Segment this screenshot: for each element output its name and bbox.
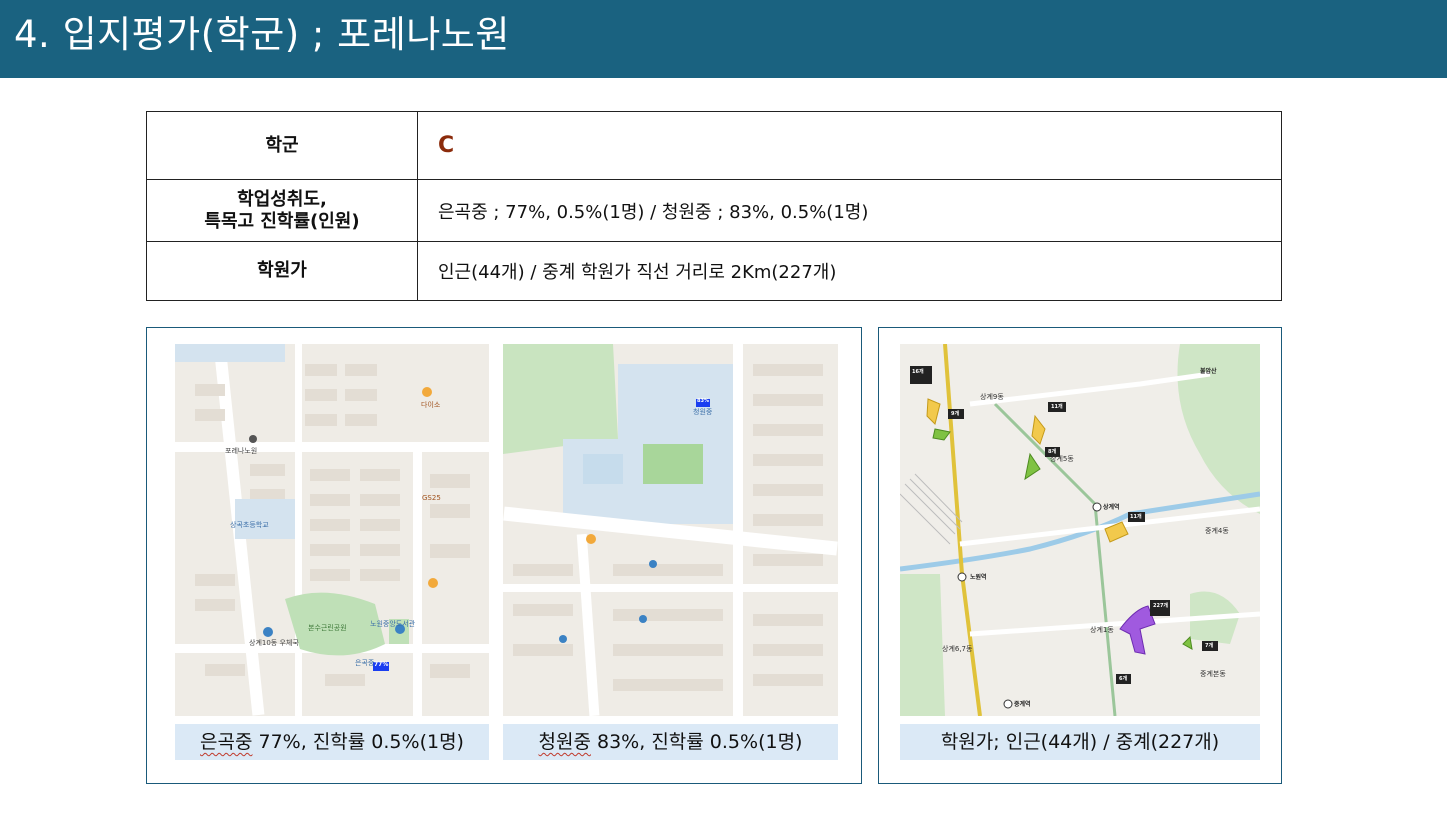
school-district-table: 학군 C 학업성취도, 특목고 진학률(인원) 은곡중 ; 77%, 0.5%(… — [146, 111, 1282, 301]
row-label-line1: 학업성취도, — [237, 188, 327, 210]
map1-caption-rest: 77%, 진학률 0.5%(1명) — [252, 731, 464, 753]
row-label-academy: 학원가 — [146, 241, 418, 301]
map1-label-school: 상곡초등학교 — [230, 521, 269, 529]
map1-label-middle: 은곡중 — [355, 659, 375, 667]
row-label-line2: 특목고 진학률(인원) — [204, 210, 360, 232]
map1-caption-school: 은곡중 — [200, 731, 253, 753]
slide-title: 4. 입지평가(학군) ; 포레나노원 — [14, 13, 510, 56]
map-cheongwon-graphic — [503, 344, 838, 716]
school-district-grade: C — [417, 111, 1282, 180]
row-label-school-district: 학군 — [146, 111, 418, 180]
map1-label-post: 상계10동 우체국 — [249, 639, 299, 647]
slide-header: 4. 입지평가(학군) ; 포레나노원 — [0, 0, 1447, 78]
map2-badge: 83% — [697, 398, 709, 404]
map-cheongwon-middle: 청원중 83% — [503, 344, 838, 716]
map1-label-apt: 포레나노원 — [225, 447, 258, 455]
map3-badge-9: 9개 — [951, 411, 960, 417]
achievement-value: 은곡중 ; 77%, 0.5%(1명) / 청원중 ; 83%, 0.5%(1명… — [417, 179, 1282, 242]
map1-label-park: 본수근린공원 — [308, 624, 347, 632]
map3-badge-16: 16개 — [912, 369, 924, 375]
map1-badge: 77% — [374, 661, 389, 668]
map3-district2: 상계5동 — [1050, 455, 1074, 463]
map3-station3: 중계역 — [1014, 701, 1031, 708]
map1-label-store1: GS25 — [422, 494, 441, 502]
map1-label-library: 노원중앙도서관 — [370, 620, 416, 628]
grade-value: C — [438, 133, 455, 158]
map-eungok-middle: 상곡초등학교 포레나노원 본수근린공원 노원중앙도서관 GS25 다이소 상계1… — [175, 344, 489, 716]
school-maps-panel: 상곡초등학교 포레나노원 본수근린공원 노원중앙도서관 GS25 다이소 상계1… — [146, 327, 862, 784]
map1-label-store2: 다이소 — [421, 401, 441, 409]
table-row: 학군 C — [146, 111, 1282, 180]
map3-district3: 상계1동 — [1090, 626, 1114, 634]
academy-value: 인근(44개) / 중계 학원가 직선 거리로 2Km(227개) — [417, 241, 1282, 301]
map3-caption: 학원가; 인근(44개) / 중계(227개) — [900, 724, 1260, 760]
map2-caption-rest: 83%, 진학률 0.5%(1명) — [590, 731, 803, 753]
table-row: 학원가 인근(44개) / 중계 학원가 직선 거리로 2Km(227개) — [146, 241, 1282, 301]
map2-caption-school: 청원중 — [538, 731, 591, 753]
map3-district5: 상계6,7동 — [942, 645, 973, 653]
map1-caption: 은곡중 77%, 진학률 0.5%(1명) — [175, 724, 489, 760]
map3-district6: 중계본동 — [1200, 670, 1226, 678]
map2-caption: 청원중 83%, 진학률 0.5%(1명) — [503, 724, 838, 760]
row-label-achievement: 학업성취도, 특목고 진학률(인원) — [146, 179, 418, 242]
map3-badge-6: 6개 — [1119, 676, 1128, 682]
academy-map-panel: 16개 9개 11개 8개 11개 227개 7개 6개 상계9동 상계5동 상… — [878, 327, 1282, 784]
map2-label-school: 청원중 — [693, 408, 713, 416]
map3-badge-227: 227개 — [1153, 603, 1169, 609]
map3-district1: 상계9동 — [980, 393, 1004, 401]
map3-station1: 노원역 — [970, 574, 987, 581]
map3-station2: 상계역 — [1103, 504, 1120, 511]
map3-badge-11b: 11개 — [1130, 514, 1142, 520]
map3-district4: 중계4동 — [1205, 527, 1229, 535]
map-academy-district: 16개 9개 11개 8개 11개 227개 7개 6개 상계9동 상계5동 상… — [900, 344, 1260, 716]
map3-badge-11a: 11개 — [1051, 404, 1063, 410]
map3-badge-7: 7개 — [1205, 643, 1214, 649]
table-row: 학업성취도, 특목고 진학률(인원) 은곡중 ; 77%, 0.5%(1명) /… — [146, 179, 1282, 242]
map3-mountain: 불암산 — [1200, 368, 1217, 375]
map-eungok-graphic — [175, 344, 489, 716]
